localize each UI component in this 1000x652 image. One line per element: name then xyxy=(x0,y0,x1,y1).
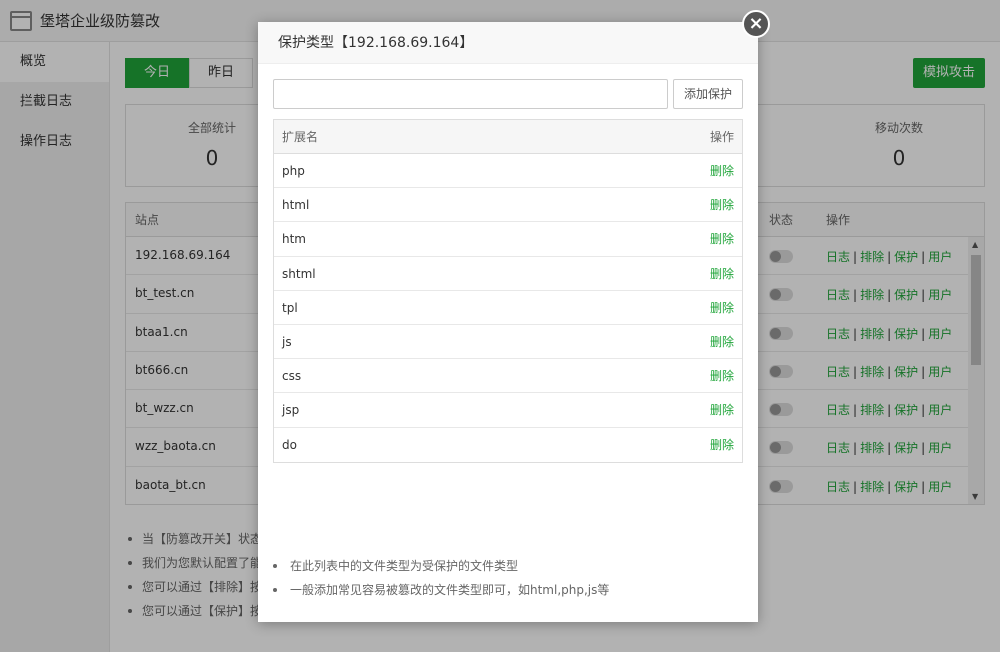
delete-link[interactable]: 删除 xyxy=(710,154,734,188)
delete-link[interactable]: 删除 xyxy=(710,257,734,291)
modal-title: 保护类型【192.168.69.164】 xyxy=(258,22,758,64)
protect-type-modal: 保护类型【192.168.69.164】 添加保护 扩展名 操作 php 删除 ht… xyxy=(258,22,758,622)
extension-name: shtml xyxy=(282,266,316,281)
modal-note-item: 在此列表中的文件类型为受保护的文件类型 xyxy=(273,554,609,578)
extension-row: htm 删除 xyxy=(274,222,742,257)
extension-row: html 删除 xyxy=(274,188,742,223)
modal-note-item: 一般添加常见容易被篡改的文件类型即可，如html,php,js等 xyxy=(273,578,609,602)
extension-row: php 删除 xyxy=(274,154,742,189)
extension-name: do xyxy=(282,437,297,452)
delete-link[interactable]: 删除 xyxy=(710,188,734,222)
extension-name: tpl xyxy=(282,300,298,315)
header-extension-op: 操作 xyxy=(709,130,734,144)
extension-name: jsp xyxy=(282,403,300,418)
delete-link[interactable]: 删除 xyxy=(710,291,734,325)
extension-name: htm xyxy=(282,232,306,247)
extension-name: js xyxy=(282,334,292,349)
extension-row: do 删除 xyxy=(274,428,742,462)
modal-notes: 在此列表中的文件类型为受保护的文件类型 一般添加常见容易被篡改的文件类型即可，如… xyxy=(273,554,609,602)
extension-row: css 删除 xyxy=(274,359,742,394)
add-extension-row: 添加保护 xyxy=(273,79,743,109)
close-icon[interactable]: × xyxy=(742,10,770,38)
extension-name: css xyxy=(282,369,302,384)
extension-table-header: 扩展名 操作 xyxy=(274,120,742,154)
extension-name: html xyxy=(282,198,310,213)
extension-row: shtml 删除 xyxy=(274,257,742,291)
delete-link[interactable]: 删除 xyxy=(710,222,734,256)
extension-name: php xyxy=(282,164,305,178)
header-extension-name: 扩展名 xyxy=(282,130,319,144)
extension-table: 扩展名 操作 php 删除 html 删除 htm 删除 shtml 删除 tpl 删除 js 删除 c… xyxy=(273,119,743,463)
delete-link[interactable]: 删除 xyxy=(710,359,734,393)
extension-table-body: php 删除 html 删除 htm 删除 shtml 删除 tpl 删除 js 删除 css 删除 jsp… xyxy=(274,154,742,462)
delete-link[interactable]: 删除 xyxy=(710,428,734,462)
extension-row: js 删除 xyxy=(274,325,742,360)
extension-input[interactable] xyxy=(273,79,668,109)
add-protect-button[interactable]: 添加保护 xyxy=(673,79,743,109)
extension-row: tpl 删除 xyxy=(274,291,742,325)
delete-link[interactable]: 删除 xyxy=(710,393,734,427)
delete-link[interactable]: 删除 xyxy=(710,325,734,359)
extension-row: jsp 删除 xyxy=(274,393,742,428)
